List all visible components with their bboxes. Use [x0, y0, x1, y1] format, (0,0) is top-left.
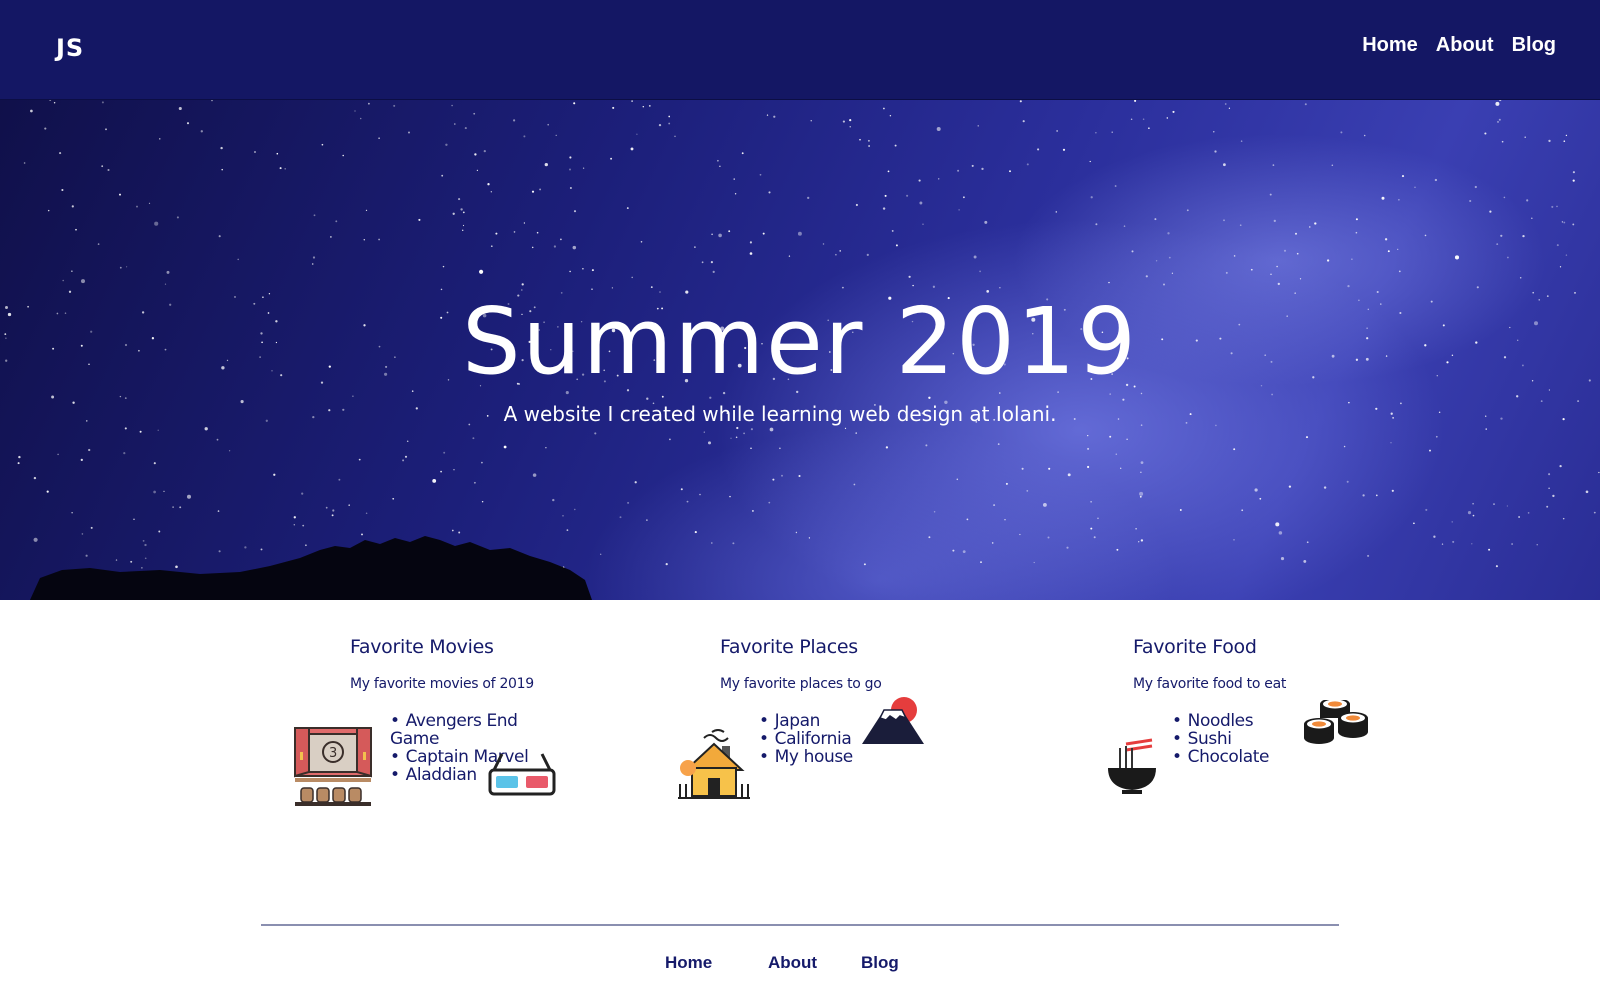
section-favorite-food: Favorite Food My favorite food to eat No… [1133, 636, 1287, 766]
mount-fuji-icon [860, 696, 926, 751]
noodle-bowl-icon [1104, 736, 1160, 801]
section-description: My favorite places to go [720, 676, 882, 692]
nav-link-about[interactable]: About [1436, 34, 1494, 57]
nav-link-blog[interactable]: Blog [1512, 34, 1556, 57]
list-item: Chocolate [1172, 748, 1270, 766]
house-icon [678, 728, 750, 805]
header-nav: Home About Blog [1362, 34, 1556, 57]
list-item: Avengers End Game [390, 712, 534, 748]
section-title: Favorite Places [720, 636, 858, 658]
list-item: Japan [759, 712, 853, 730]
food-list: Noodles Sushi Chocolate [1172, 712, 1270, 766]
section-favorite-movies: Favorite Movies My favorite movies of 20… [350, 636, 534, 784]
footer-link-home[interactable]: Home [665, 953, 712, 973]
hero-subtitle: A website I created while learning web d… [503, 402, 1057, 426]
footer-link-blog[interactable]: Blog [861, 953, 899, 973]
list-item: Sushi [1172, 730, 1269, 748]
list-item: Noodles [1172, 712, 1269, 730]
section-favorite-places: Favorite Places My favorite places to go… [720, 636, 882, 766]
movie-theater-icon: 3 [293, 726, 373, 813]
site-header: JS Home About Blog [0, 0, 1600, 100]
footer-link-about[interactable]: About [768, 953, 817, 973]
site-logo[interactable]: JS [56, 34, 84, 62]
hero-banner: Summer 2019 A website I created while le… [0, 100, 1600, 600]
hero-title: Summer 2019 [462, 288, 1138, 395]
sushi-icon [1302, 698, 1372, 753]
footer-divider [261, 924, 1339, 926]
tree-silhouette [30, 536, 592, 600]
section-description: My favorite movies of 2019 [350, 676, 534, 692]
3d-glasses-icon [488, 752, 556, 803]
svg-text:3: 3 [329, 746, 337, 761]
list-item: My house [759, 748, 854, 766]
list-item: California [759, 730, 853, 748]
section-title: Favorite Food [1133, 636, 1257, 658]
section-description: My favorite food to eat [1133, 676, 1287, 692]
section-title: Favorite Movies [350, 636, 494, 658]
places-list: Japan California My house [759, 712, 854, 766]
nav-link-home[interactable]: Home [1362, 34, 1418, 57]
